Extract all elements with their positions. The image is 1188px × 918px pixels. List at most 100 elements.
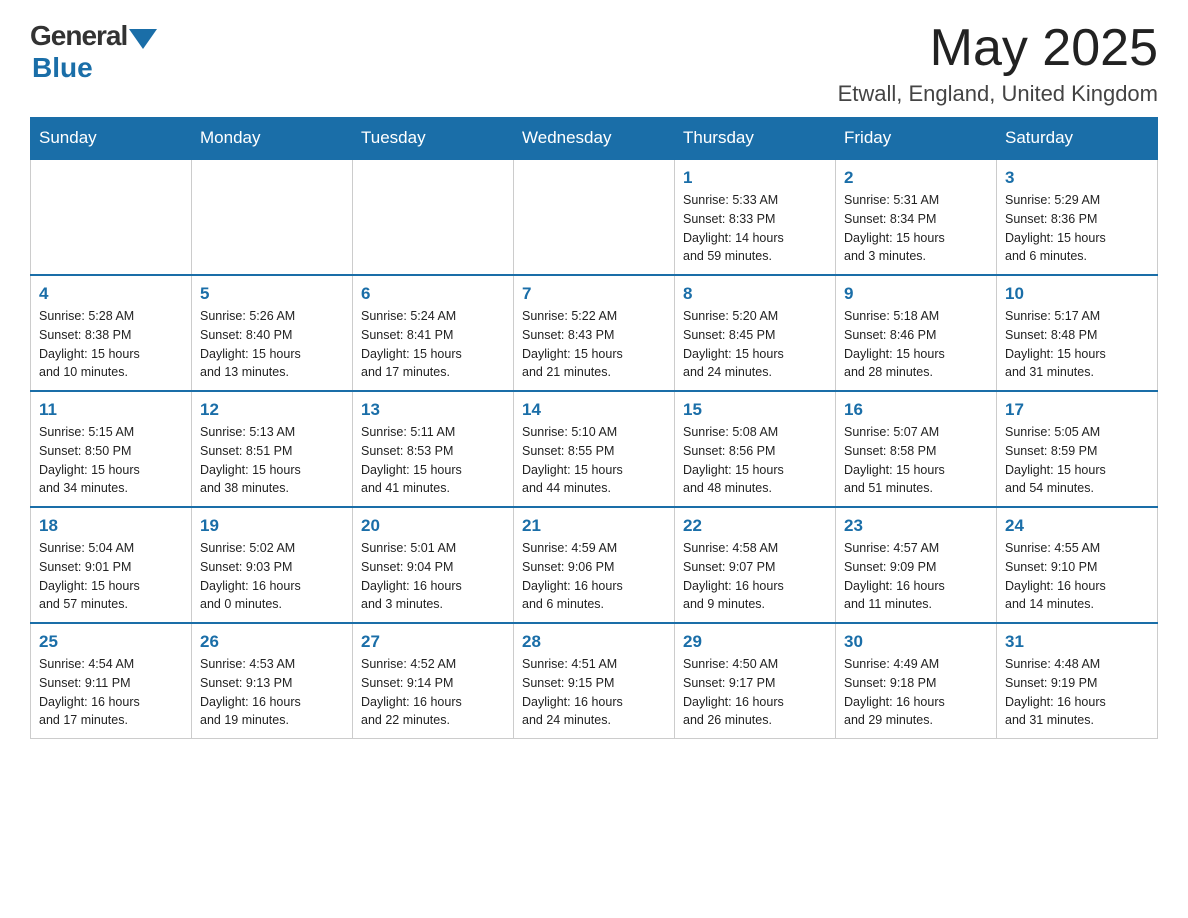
day-number: 17 [1005,400,1149,420]
page-header: General Blue May 2025 Etwall, England, U… [30,20,1158,107]
day-info: Sunrise: 5:13 AMSunset: 8:51 PMDaylight:… [200,423,344,498]
day-info: Sunrise: 5:05 AMSunset: 8:59 PMDaylight:… [1005,423,1149,498]
calendar-cell: 13Sunrise: 5:11 AMSunset: 8:53 PMDayligh… [353,391,514,507]
day-number: 26 [200,632,344,652]
day-info: Sunrise: 5:20 AMSunset: 8:45 PMDaylight:… [683,307,827,382]
logo-triangle-icon [129,29,157,49]
calendar-cell: 5Sunrise: 5:26 AMSunset: 8:40 PMDaylight… [192,275,353,391]
logo-general-text: General [30,20,127,52]
week-row-5: 25 Sunrise: 4:54 AMSunset: 9:11 PMDayligh… [31,623,1158,739]
day-info: Sunrise: 5:31 AMSunset: 8:34 PMDaylight:… [844,191,988,266]
day-info: Sunrise: 4:49 AMSunset: 9:18 PMDaylight:… [844,655,988,730]
day-info: Sunrise: 5:18 AMSunset: 8:46 PMDaylight:… [844,307,988,382]
calendar-cell: 14 Sunrise: 5:10 AMSunset: 8:55 PMDayligh… [514,391,675,507]
day-number: 10 [1005,284,1149,304]
calendar-header-monday: Monday [192,118,353,160]
month-title: May 2025 [838,20,1158,77]
calendar-cell: 11Sunrise: 5:15 AMSunset: 8:50 PMDayligh… [31,391,192,507]
day-number: 3 [1005,168,1149,188]
calendar-header-row: SundayMondayTuesdayWednesdayThursdayFrid… [31,118,1158,160]
calendar-cell: 29 Sunrise: 4:50 AMSunset: 9:17 PMDayligh… [675,623,836,739]
week-row-3: 11Sunrise: 5:15 AMSunset: 8:50 PMDayligh… [31,391,1158,507]
calendar-cell: 18 Sunrise: 5:04 AMSunset: 9:01 PMDayligh… [31,507,192,623]
calendar-cell: 10 Sunrise: 5:17 AMSunset: 8:48 PMDayligh… [997,275,1158,391]
day-number: 5 [200,284,344,304]
calendar-cell: 26 Sunrise: 4:53 AMSunset: 9:13 PMDayligh… [192,623,353,739]
logo-blue-text: Blue [32,52,93,84]
calendar-table: SundayMondayTuesdayWednesdayThursdayFrid… [30,117,1158,739]
day-info: Sunrise: 5:04 AMSunset: 9:01 PMDaylight:… [39,539,183,614]
day-info: Sunrise: 5:17 AMSunset: 8:48 PMDaylight:… [1005,307,1149,382]
day-info: Sunrise: 5:10 AMSunset: 8:55 PMDaylight:… [522,423,666,498]
week-row-1: 1 Sunrise: 5:33 AMSunset: 8:33 PMDaylight… [31,159,1158,275]
calendar-cell: 16 Sunrise: 5:07 AMSunset: 8:58 PMDayligh… [836,391,997,507]
day-number: 25 [39,632,183,652]
calendar-header-sunday: Sunday [31,118,192,160]
day-number: 29 [683,632,827,652]
day-info: Sunrise: 5:24 AMSunset: 8:41 PMDaylight:… [361,307,505,382]
day-number: 23 [844,516,988,536]
day-info: Sunrise: 4:59 AMSunset: 9:06 PMDaylight:… [522,539,666,614]
day-info: Sunrise: 5:33 AMSunset: 8:33 PMDaylight:… [683,191,827,266]
calendar-cell [31,159,192,275]
calendar-cell: 22Sunrise: 4:58 AMSunset: 9:07 PMDayligh… [675,507,836,623]
day-number: 31 [1005,632,1149,652]
day-number: 13 [361,400,505,420]
day-info: Sunrise: 5:08 AMSunset: 8:56 PMDaylight:… [683,423,827,498]
calendar-header-tuesday: Tuesday [353,118,514,160]
location-text: Etwall, England, United Kingdom [838,81,1158,107]
calendar-cell: 25 Sunrise: 4:54 AMSunset: 9:11 PMDayligh… [31,623,192,739]
week-row-2: 4Sunrise: 5:28 AMSunset: 8:38 PMDaylight… [31,275,1158,391]
day-number: 14 [522,400,666,420]
day-number: 19 [200,516,344,536]
calendar-header-saturday: Saturday [997,118,1158,160]
calendar-cell: 2 Sunrise: 5:31 AMSunset: 8:34 PMDaylight… [836,159,997,275]
day-number: 24 [1005,516,1149,536]
day-number: 7 [522,284,666,304]
day-number: 11 [39,400,183,420]
day-number: 18 [39,516,183,536]
day-number: 12 [200,400,344,420]
calendar-cell: 24Sunrise: 4:55 AMSunset: 9:10 PMDayligh… [997,507,1158,623]
week-row-4: 18 Sunrise: 5:04 AMSunset: 9:01 PMDayligh… [31,507,1158,623]
day-info: Sunrise: 4:48 AMSunset: 9:19 PMDaylight:… [1005,655,1149,730]
calendar-cell: 6Sunrise: 5:24 AMSunset: 8:41 PMDaylight… [353,275,514,391]
calendar-cell: 12 Sunrise: 5:13 AMSunset: 8:51 PMDayligh… [192,391,353,507]
day-info: Sunrise: 5:02 AMSunset: 9:03 PMDaylight:… [200,539,344,614]
day-info: Sunrise: 5:29 AMSunset: 8:36 PMDaylight:… [1005,191,1149,266]
calendar-cell: 28Sunrise: 4:51 AMSunset: 9:15 PMDayligh… [514,623,675,739]
day-info: Sunrise: 4:54 AMSunset: 9:11 PMDaylight:… [39,655,183,730]
day-number: 16 [844,400,988,420]
calendar-cell: 4Sunrise: 5:28 AMSunset: 8:38 PMDaylight… [31,275,192,391]
calendar-cell: 8 Sunrise: 5:20 AMSunset: 8:45 PMDaylight… [675,275,836,391]
calendar-cell: 27Sunrise: 4:52 AMSunset: 9:14 PMDayligh… [353,623,514,739]
day-info: Sunrise: 4:58 AMSunset: 9:07 PMDaylight:… [683,539,827,614]
day-number: 28 [522,632,666,652]
calendar-cell [353,159,514,275]
calendar-cell: 19 Sunrise: 5:02 AMSunset: 9:03 PMDayligh… [192,507,353,623]
calendar-cell: 3 Sunrise: 5:29 AMSunset: 8:36 PMDaylight… [997,159,1158,275]
day-number: 1 [683,168,827,188]
calendar-header-wednesday: Wednesday [514,118,675,160]
calendar-cell: 30Sunrise: 4:49 AMSunset: 9:18 PMDayligh… [836,623,997,739]
day-info: Sunrise: 4:50 AMSunset: 9:17 PMDaylight:… [683,655,827,730]
day-info: Sunrise: 4:53 AMSunset: 9:13 PMDaylight:… [200,655,344,730]
title-section: May 2025 Etwall, England, United Kingdom [838,20,1158,107]
calendar-cell: 23 Sunrise: 4:57 AMSunset: 9:09 PMDayligh… [836,507,997,623]
day-info: Sunrise: 5:01 AMSunset: 9:04 PMDaylight:… [361,539,505,614]
calendar-cell [192,159,353,275]
day-number: 21 [522,516,666,536]
calendar-cell: 21 Sunrise: 4:59 AMSunset: 9:06 PMDayligh… [514,507,675,623]
calendar-cell: 9 Sunrise: 5:18 AMSunset: 8:46 PMDaylight… [836,275,997,391]
day-number: 9 [844,284,988,304]
day-info: Sunrise: 4:52 AMSunset: 9:14 PMDaylight:… [361,655,505,730]
day-info: Sunrise: 4:57 AMSunset: 9:09 PMDaylight:… [844,539,988,614]
day-info: Sunrise: 5:28 AMSunset: 8:38 PMDaylight:… [39,307,183,382]
day-number: 8 [683,284,827,304]
calendar-cell [514,159,675,275]
day-info: Sunrise: 5:07 AMSunset: 8:58 PMDaylight:… [844,423,988,498]
calendar-cell: 1 Sunrise: 5:33 AMSunset: 8:33 PMDaylight… [675,159,836,275]
calendar-cell: 7Sunrise: 5:22 AMSunset: 8:43 PMDaylight… [514,275,675,391]
calendar-cell: 17 Sunrise: 5:05 AMSunset: 8:59 PMDayligh… [997,391,1158,507]
day-number: 2 [844,168,988,188]
